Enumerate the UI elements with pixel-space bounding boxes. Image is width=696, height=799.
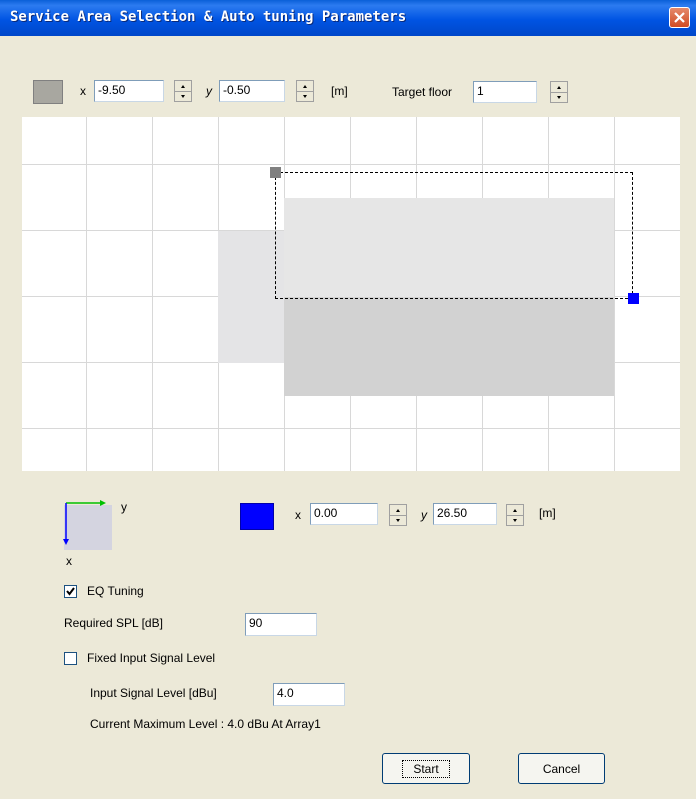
target-floor-input[interactable]: 1 [473, 81, 537, 103]
required-spl-input[interactable]: 90 [245, 613, 317, 636]
end-y-input[interactable]: 26.50 [433, 503, 497, 525]
eq-tuning-label: EQ Tuning [87, 584, 144, 598]
input-level-label: Input Signal Level [dBu] [90, 686, 217, 700]
axis-y-label: y [121, 500, 127, 514]
start-x-label: x [80, 84, 86, 98]
grid-line [152, 117, 153, 471]
spin-down-icon[interactable] [507, 515, 523, 525]
fixed-input-label: Fixed Input Signal Level [87, 651, 216, 665]
end-y-label: y [421, 508, 427, 522]
grid-line [86, 117, 87, 471]
window-title: Service Area Selection & Auto tuning Par… [10, 9, 407, 25]
end-point-swatch [240, 503, 274, 530]
end-x-input[interactable]: 0.00 [310, 503, 378, 525]
service-area-canvas[interactable] [22, 117, 680, 471]
current-max-level-text: Current Maximum Level : 4.0 dBu At Array… [90, 717, 321, 731]
room-lower-area [284, 297, 614, 396]
spin-down-icon[interactable] [551, 92, 567, 102]
selection-start-handle[interactable] [270, 167, 281, 178]
start-point-swatch [33, 80, 63, 104]
required-spl-label: Required SPL [dB] [64, 616, 163, 630]
input-level-input[interactable]: 4.0 [273, 683, 345, 706]
close-button[interactable] [669, 7, 690, 28]
cancel-button-label: Cancel [542, 761, 581, 776]
spin-down-icon[interactable] [390, 515, 406, 525]
spin-down-icon[interactable] [175, 91, 191, 101]
axis-x-label: x [66, 554, 72, 568]
eq-tuning-checkbox[interactable] [64, 585, 77, 598]
selection-rectangle[interactable] [275, 172, 633, 299]
start-x-input[interactable]: -9.50 [94, 80, 164, 102]
end-x-label: x [295, 508, 301, 522]
cancel-button[interactable]: Cancel [518, 753, 605, 784]
selection-end-handle[interactable] [628, 293, 639, 304]
spin-down-icon[interactable] [297, 91, 313, 101]
end-x-spinner[interactable] [389, 504, 407, 526]
end-y-spinner[interactable] [506, 504, 524, 526]
start-y-input[interactable]: -0.50 [219, 80, 285, 102]
grid-line [22, 164, 680, 165]
target-floor-label: Target floor [392, 85, 453, 99]
start-y-spinner[interactable] [296, 80, 314, 102]
fixed-input-checkbox[interactable] [64, 652, 77, 665]
start-y-label: y [206, 84, 212, 98]
checkmark-icon [66, 587, 75, 596]
end-unit-label: [m] [539, 506, 556, 520]
target-floor-spinner[interactable] [550, 81, 568, 103]
axis-arrows-icon [63, 500, 106, 545]
close-icon [674, 12, 685, 23]
start-button-label: Start [402, 759, 450, 778]
start-button[interactable]: Start [382, 753, 470, 784]
start-x-spinner[interactable] [174, 80, 192, 102]
grid-line [22, 428, 680, 429]
start-unit-label: [m] [331, 84, 348, 98]
